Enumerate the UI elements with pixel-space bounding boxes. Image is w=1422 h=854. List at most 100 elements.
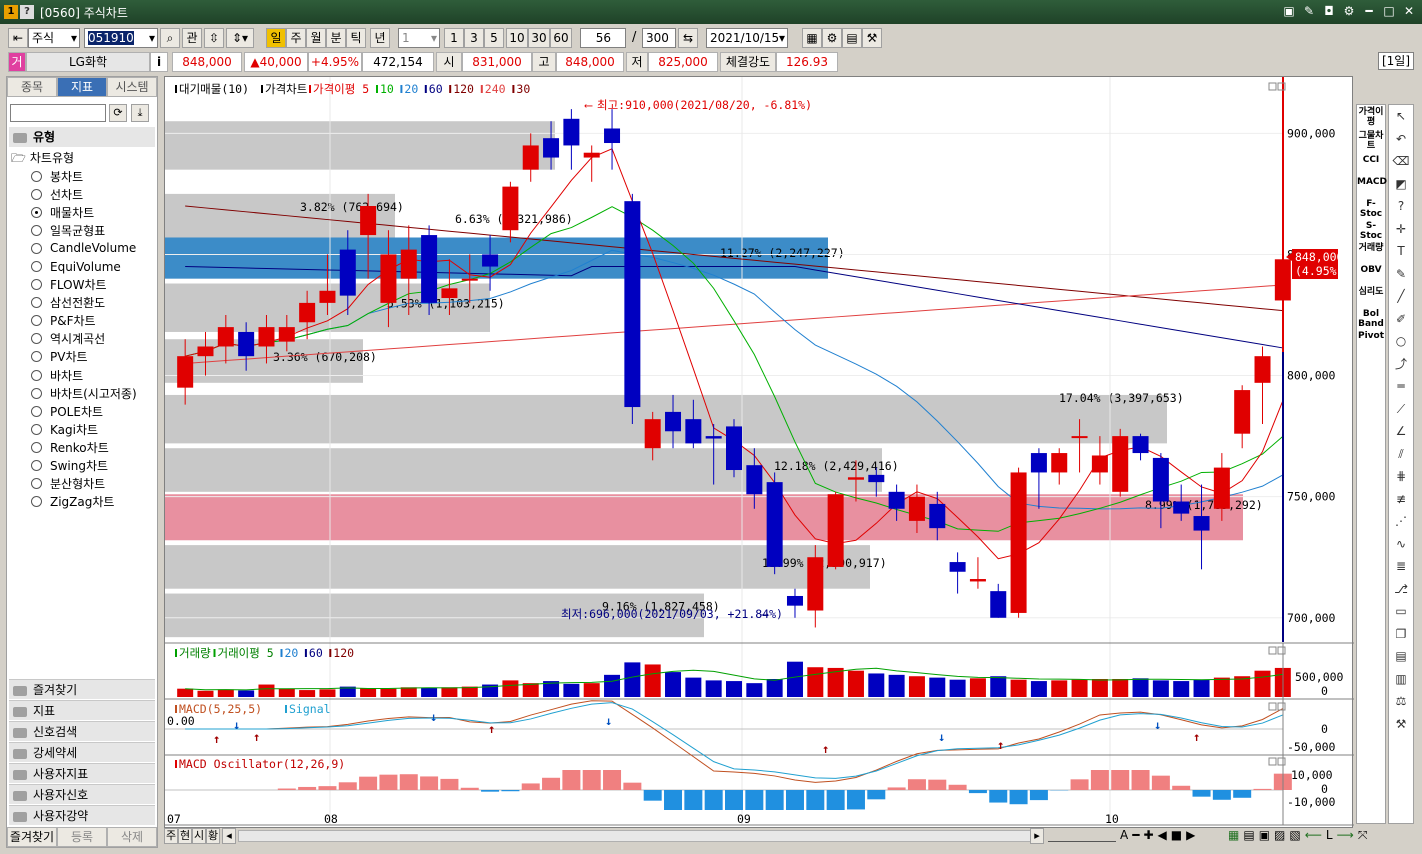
candle[interactable] bbox=[949, 562, 966, 572]
date-select[interactable]: 2021/10/15 ▾ bbox=[706, 28, 788, 48]
volume-bar[interactable] bbox=[1213, 677, 1230, 697]
candle[interactable] bbox=[766, 482, 783, 567]
panel-restore-icon[interactable] bbox=[1268, 702, 1277, 711]
candle[interactable] bbox=[644, 419, 661, 449]
chart-type-option[interactable]: FLOW차트 bbox=[31, 276, 137, 294]
indicator-search-input[interactable] bbox=[10, 104, 106, 122]
candle[interactable] bbox=[502, 186, 519, 231]
scale-icon[interactable]: ⚖ bbox=[1389, 690, 1413, 713]
volume-bar[interactable] bbox=[1173, 681, 1190, 697]
candle[interactable] bbox=[685, 419, 702, 444]
print-icon[interactable]: ▣ bbox=[1259, 828, 1270, 843]
volume-bar[interactable] bbox=[624, 662, 641, 697]
chart-type-option[interactable]: 삼선전환도 bbox=[31, 294, 137, 312]
maximize-icon[interactable]: □ bbox=[1382, 3, 1396, 19]
candle[interactable] bbox=[217, 327, 234, 347]
candle[interactable] bbox=[543, 138, 560, 158]
volume-bar[interactable] bbox=[1030, 681, 1047, 697]
close-icon[interactable]: ✕ bbox=[1402, 3, 1416, 19]
apply-count-button[interactable]: ⇆ bbox=[678, 28, 698, 48]
volume-bar[interactable] bbox=[583, 683, 600, 697]
volume-bar[interactable] bbox=[990, 676, 1007, 697]
candle[interactable] bbox=[522, 145, 539, 170]
edit-icon[interactable]: ✎ bbox=[1302, 3, 1316, 19]
candle[interactable] bbox=[1071, 436, 1088, 439]
candle[interactable] bbox=[888, 491, 905, 509]
chart-type-option[interactable]: 일목균형표 bbox=[31, 221, 137, 239]
volume-bar[interactable] bbox=[786, 661, 803, 697]
candle[interactable] bbox=[1193, 516, 1210, 531]
search-button[interactable]: ⌕ bbox=[160, 28, 180, 48]
candle[interactable] bbox=[278, 327, 295, 342]
related-button[interactable]: 관 bbox=[182, 28, 202, 48]
volume-bar[interactable] bbox=[929, 677, 946, 697]
volume-bar[interactable] bbox=[1010, 679, 1027, 697]
volume-bar[interactable] bbox=[969, 678, 986, 697]
count-input[interactable]: 56 bbox=[580, 28, 626, 48]
zoom-slider[interactable] bbox=[1048, 830, 1116, 842]
candle[interactable] bbox=[1254, 356, 1271, 383]
candle[interactable] bbox=[827, 494, 844, 567]
btn-status[interactable]: 황 bbox=[206, 828, 220, 844]
btn-week[interactable]: 주 bbox=[164, 828, 178, 844]
chart-type-option[interactable]: 분산형차트 bbox=[31, 475, 137, 493]
text-icon[interactable]: T bbox=[1389, 240, 1413, 263]
volume-bar[interactable] bbox=[258, 684, 275, 697]
copy-icon[interactable]: ❐ bbox=[1389, 623, 1413, 646]
layout-icon[interactable]: ▣ bbox=[1282, 3, 1296, 19]
btn-current[interactable]: 현 bbox=[178, 828, 192, 844]
chart-type-option[interactable]: P&F차트 bbox=[31, 312, 137, 330]
folder-2[interactable]: 신호검색 bbox=[9, 721, 155, 741]
unit-week[interactable]: 주 bbox=[286, 28, 306, 48]
indicator-4[interactable]: F-Stoc bbox=[1357, 197, 1385, 219]
volume-bar[interactable] bbox=[522, 683, 539, 697]
section-type[interactable]: 유형 bbox=[9, 127, 155, 147]
radio-button[interactable] bbox=[31, 405, 42, 417]
candle[interactable] bbox=[1051, 453, 1068, 473]
candle[interactable] bbox=[1213, 467, 1230, 509]
volume-bar[interactable] bbox=[888, 674, 905, 697]
tab-system[interactable]: 시스템 bbox=[107, 77, 157, 97]
interval-5[interactable]: 5 bbox=[484, 28, 504, 48]
radio-button[interactable] bbox=[31, 224, 42, 236]
sync-button[interactable]: ⇳ bbox=[204, 28, 224, 48]
volume-bar[interactable] bbox=[908, 676, 925, 697]
minimize-icon[interactable]: ━ bbox=[1362, 3, 1376, 19]
grid-icon[interactable]: ⋕ bbox=[1389, 465, 1413, 488]
candle[interactable] bbox=[1030, 453, 1047, 473]
unit-month[interactable]: 월 bbox=[306, 28, 326, 48]
indicator-2[interactable]: CCI bbox=[1357, 153, 1385, 175]
volume-bar[interactable] bbox=[441, 687, 458, 697]
chart-type-option[interactable]: Kagi차트 bbox=[31, 420, 137, 438]
folder-6[interactable]: 사용자강약 bbox=[9, 805, 155, 825]
candle[interactable] bbox=[969, 579, 986, 582]
analysis-icon[interactable]: ▥ bbox=[1389, 668, 1413, 691]
angle-icon[interactable]: ∠ bbox=[1389, 420, 1413, 443]
unit-year[interactable]: 년 bbox=[370, 28, 390, 48]
folder-0[interactable]: 즐겨찾기 bbox=[9, 679, 155, 699]
volume-bar[interactable] bbox=[604, 674, 621, 697]
indicator-8[interactable]: 심리도 bbox=[1357, 285, 1385, 307]
chart-icon[interactable]: ▨ bbox=[1274, 828, 1285, 843]
radio-button[interactable] bbox=[31, 206, 42, 218]
footer-delete[interactable]: 삭제 bbox=[107, 827, 157, 847]
volume-bar[interactable] bbox=[380, 688, 397, 697]
candle[interactable] bbox=[1132, 436, 1149, 454]
indicator-10[interactable]: Pivot bbox=[1357, 329, 1385, 351]
candle[interactable] bbox=[604, 128, 621, 144]
indicator-1[interactable]: 그물차트 bbox=[1357, 129, 1385, 153]
unit-tick[interactable]: 틱 bbox=[346, 28, 366, 48]
chart-type-option[interactable]: Swing차트 bbox=[31, 457, 137, 475]
unit-minute[interactable]: 분 bbox=[326, 28, 346, 48]
chart-type-option[interactable]: Renko차트 bbox=[31, 438, 137, 456]
candle[interactable] bbox=[786, 595, 803, 606]
cursor-icon[interactable]: ↖ bbox=[1389, 105, 1413, 128]
volume-bar[interactable] bbox=[807, 667, 824, 697]
total-input[interactable]: 300 bbox=[642, 28, 676, 48]
radio-button[interactable] bbox=[31, 170, 42, 182]
undo-icon[interactable]: ↶ bbox=[1389, 128, 1413, 151]
image-icon[interactable]: ▧ bbox=[1289, 828, 1300, 843]
radio-button[interactable] bbox=[31, 351, 42, 363]
circle-icon[interactable]: ○ bbox=[1389, 330, 1413, 353]
download-button[interactable]: ⤓ bbox=[131, 104, 149, 122]
